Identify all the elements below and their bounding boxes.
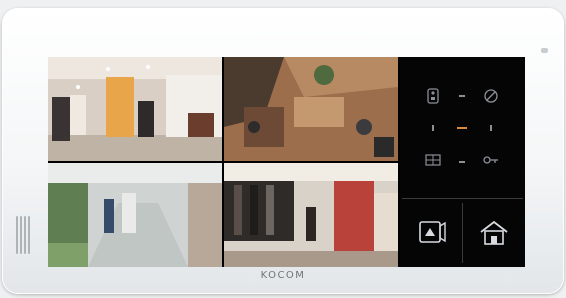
- cctv-monitor-icon: [415, 216, 449, 250]
- arrow-left-icon[interactable]: [424, 119, 442, 137]
- panel-vertical-divider: [462, 203, 463, 263]
- camera-feed-2[interactable]: [224, 57, 398, 161]
- menu-grid-icon[interactable]: [424, 151, 442, 169]
- camera-feed-4[interactable]: [224, 163, 398, 267]
- speaker-grille: [16, 216, 30, 254]
- dot-icon: [453, 87, 471, 105]
- camera-feed-3[interactable]: [48, 163, 222, 267]
- display-screen: [48, 57, 525, 267]
- home-button[interactable]: [464, 203, 524, 263]
- settings-dial-icon[interactable]: [482, 87, 500, 105]
- panel-divider: [402, 198, 523, 199]
- control-pad: [400, 57, 525, 197]
- dot-icon: [453, 151, 471, 169]
- key-icon[interactable]: [482, 151, 500, 169]
- status-led: [541, 48, 548, 53]
- control-panel: [400, 57, 525, 267]
- home-icon: [477, 216, 511, 250]
- cctv-monitor-button[interactable]: [402, 203, 462, 263]
- door-phone-icon[interactable]: [424, 87, 442, 105]
- video-door-phone-monitor: KOCOM: [2, 8, 564, 294]
- camera-feed-1[interactable]: [48, 57, 222, 161]
- center-light-icon[interactable]: [453, 119, 471, 137]
- brand-logo: KOCOM: [260, 270, 306, 281]
- arrow-right-icon[interactable]: [482, 119, 500, 137]
